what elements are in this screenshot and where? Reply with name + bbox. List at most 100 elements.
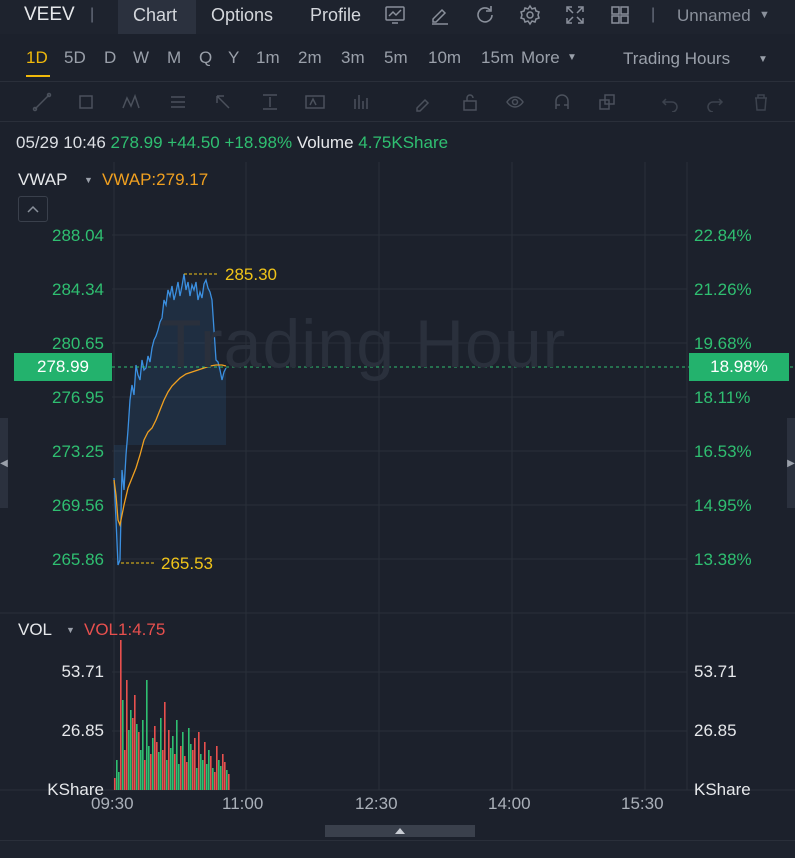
right-axis-tick: 21.26%: [694, 280, 752, 299]
timeframe-10m[interactable]: 10m: [428, 48, 461, 68]
volume-bar: [184, 756, 186, 790]
volume-bar: [168, 730, 170, 790]
volume-bar: [206, 764, 208, 790]
chevron-down-icon[interactable]: ▼: [759, 9, 770, 21]
volume-bar: [180, 746, 182, 790]
volume-bar: [178, 764, 180, 790]
hours-chevron-icon[interactable]: ▼: [758, 54, 768, 65]
volume-bar: [198, 732, 200, 790]
volume-bar: [190, 744, 192, 790]
volume-bar: [118, 772, 120, 790]
timeframe-1m[interactable]: 1m: [256, 48, 280, 68]
left-axis-tick: 284.34: [52, 280, 104, 299]
trading-hours-dropdown[interactable]: Trading Hours: [623, 49, 730, 69]
monitor-chart-icon[interactable]: [382, 2, 408, 28]
magnet-icon[interactable]: [550, 90, 574, 114]
tab-chart[interactable]: Chart: [133, 5, 177, 26]
volume-bar: [126, 680, 128, 790]
chevron-left-icon: ◀: [0, 457, 8, 469]
trend-line-icon[interactable]: [30, 90, 54, 114]
volume-bar: [216, 746, 218, 790]
timeframe-5d[interactable]: 5D: [64, 48, 86, 68]
timeframe-1d[interactable]: 1D: [26, 48, 48, 68]
right-axis-tick: 19.68%: [694, 334, 752, 353]
volume-bar: [196, 768, 198, 790]
fibonacci-tool-icon[interactable]: [166, 90, 190, 114]
volume-bar: [150, 754, 152, 790]
panel-resize-handle[interactable]: [325, 825, 475, 837]
vol-right-axis-tick: 53.71: [694, 662, 737, 681]
volume-chevron-icon[interactable]: ▼: [66, 625, 75, 635]
timeframe-d[interactable]: D: [104, 48, 116, 68]
volume-bar: [140, 750, 142, 790]
volume-bar: [154, 726, 156, 790]
right-axis-tick: 16.53%: [694, 442, 752, 461]
main-indicator-name[interactable]: VWAP: [18, 170, 67, 190]
refresh-icon[interactable]: [472, 2, 498, 28]
quote-volume-label: Volume: [296, 133, 354, 152]
more-chevron-icon[interactable]: ▼: [567, 52, 577, 63]
volume-bar: [192, 750, 194, 790]
vol-right-axis-unit: KShare: [694, 780, 751, 799]
volume-bar: [210, 756, 212, 790]
top-bar: VEEV | Chart Options Profile | Unnamed ▼: [0, 0, 795, 34]
volume-bar: [114, 778, 116, 790]
chevron-up-icon: [27, 205, 39, 213]
price-range-icon[interactable]: [258, 90, 282, 114]
tab-options[interactable]: Options: [211, 5, 273, 26]
chevron-up-icon: [395, 828, 405, 834]
volume-bar: [164, 702, 166, 790]
volume-bar: [200, 754, 202, 790]
layers-icon[interactable]: [595, 90, 619, 114]
quote-line: 05/29 10:46 278.99 +44.50 +18.98% Volume…: [16, 133, 448, 153]
fullscreen-icon[interactable]: [562, 2, 588, 28]
volume-indicator-name[interactable]: VOL: [18, 620, 52, 640]
timeframe-15m[interactable]: 15m: [481, 48, 514, 68]
edit-pen-icon[interactable]: [427, 2, 453, 28]
trash-icon[interactable]: [749, 90, 773, 114]
volume-bar: [202, 760, 204, 790]
timeframe-q[interactable]: Q: [199, 48, 212, 68]
price-chart[interactable]: [0, 160, 795, 825]
layout-name-dropdown[interactable]: Unnamed: [677, 6, 751, 26]
indicator-chevron-icon[interactable]: ▼: [84, 175, 93, 185]
redo-icon[interactable]: [703, 90, 727, 114]
vol-right-axis-tick: 26.85: [694, 721, 737, 740]
quote-price: 278.99: [110, 133, 163, 152]
arrow-tool-icon[interactable]: [211, 90, 235, 114]
timeframe-5m[interactable]: 5m: [384, 48, 408, 68]
settings-gear-icon[interactable]: [517, 2, 543, 28]
time-axis-tick: 09:30: [91, 794, 134, 813]
timeframe-w[interactable]: W: [133, 48, 149, 68]
undo-icon[interactable]: [658, 90, 682, 114]
eye-icon[interactable]: [503, 90, 527, 114]
vwap-value: VWAP:279.17: [102, 170, 209, 189]
volume-bar: [128, 730, 130, 790]
timeframe-more[interactable]: More: [521, 48, 560, 68]
time-axis-tick: 15:30: [621, 794, 664, 813]
volume-bar: [132, 718, 134, 790]
brush-tool-icon[interactable]: [411, 90, 435, 114]
volume-bar: [134, 695, 136, 790]
volume-bar: [176, 720, 178, 790]
tab-profile[interactable]: Profile: [310, 5, 361, 26]
rectangle-tool-icon[interactable]: [74, 90, 98, 114]
collapse-button[interactable]: [18, 196, 48, 222]
ticker-symbol[interactable]: VEEV: [24, 4, 75, 26]
position-tool-icon[interactable]: [349, 90, 373, 114]
timeframe-2m[interactable]: 2m: [298, 48, 322, 68]
pattern-tool-icon[interactable]: [119, 90, 143, 114]
right-panel-toggle[interactable]: ▶: [787, 418, 795, 508]
grid-layout-icon[interactable]: [607, 2, 633, 28]
timeframe-m[interactable]: M: [167, 48, 181, 68]
volume-indicator-value: VOL1:4.75: [84, 620, 166, 639]
text-tool-icon[interactable]: [303, 90, 327, 114]
volume-bar: [182, 732, 184, 790]
lock-icon[interactable]: [458, 90, 482, 114]
timeframe-y[interactable]: Y: [228, 48, 239, 68]
left-panel-toggle[interactable]: ◀: [0, 418, 8, 508]
timeframe-3m[interactable]: 3m: [341, 48, 365, 68]
separator: |: [90, 6, 95, 23]
volume-bar: [120, 640, 122, 790]
right-axis-tick: 14.95%: [694, 496, 752, 515]
